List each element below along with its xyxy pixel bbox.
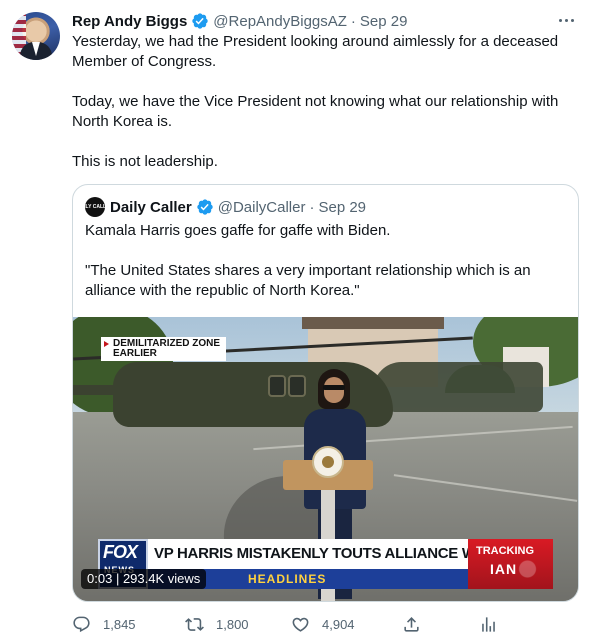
verified-badge-icon [197, 199, 213, 215]
video-location-chyron: DEMILITARIZED ZONE EARLIER [101, 337, 227, 361]
tweet-text: Yesterday, we had the President looking … [72, 32, 572, 172]
author-avatar[interactable] [12, 12, 60, 60]
video-elapsed-time: 0:03 [87, 571, 113, 586]
location-line-2: EARLIER [113, 348, 157, 359]
quoted-author-name: Daily Caller [110, 198, 192, 216]
analytics-icon [482, 616, 495, 632]
reply-icon [73, 616, 90, 632]
helicopter-window [268, 375, 286, 397]
video-separator: | [115, 571, 123, 586]
author-handle[interactable]: @RepAndyBiggsAZ [213, 13, 347, 30]
tweet-header: Rep Andy Biggs @RepAndyBiggsAZ · Sep 29 [72, 11, 407, 31]
retweet-icon [185, 617, 204, 631]
more-icon[interactable] [556, 12, 576, 28]
fox-logo-text: FOX [103, 542, 138, 562]
tracking-storm-name: IAN [490, 561, 518, 577]
reply-button[interactable]: 1,845 [72, 612, 136, 636]
like-icon [292, 617, 309, 632]
quoted-paragraph: "The United States shares a very importa… [85, 262, 531, 299]
tracking-label: TRACKING [476, 545, 535, 557]
retweet-button[interactable]: 1,800 [185, 612, 249, 636]
analytics-button[interactable] [479, 612, 498, 636]
tweet-actions: 1,845 1,800 4,904 [72, 612, 522, 636]
video-subbar-label: HEADLINES [248, 572, 327, 586]
tweet-paragraph: Today, we have the Vice President not kn… [72, 93, 559, 130]
vice-president-seal [312, 446, 344, 478]
share-button[interactable] [402, 612, 421, 636]
tweet[interactable]: Rep Andy Biggs @RepAndyBiggsAZ · Sep 29 … [0, 0, 592, 641]
quoted-tweet-text: Kamala Harris goes gaffe for gaffe with … [85, 221, 565, 301]
tweet-paragraph: Yesterday, we had the President looking … [72, 33, 559, 70]
video-views: 293.4K views [122, 571, 201, 586]
quoted-tweet-date: Sep 29 [318, 198, 367, 216]
like-count: 4,904 [322, 616, 355, 632]
tweet-date[interactable]: Sep 29 [360, 13, 408, 30]
video-helicopter [373, 362, 543, 412]
quoted-author-avatar: DAILY CALLER [77, 197, 113, 217]
video-timer-badge: 0:03 | 293.4K views [81, 569, 207, 589]
reply-count: 1,845 [103, 616, 136, 632]
header-separator: · [350, 12, 356, 30]
quoted-tweet[interactable]: DAILY CALLER Daily Caller @DailyCaller ·… [72, 184, 579, 602]
quoted-author-handle: @DailyCaller [217, 198, 306, 216]
author-name[interactable]: Rep Andy Biggs [72, 13, 187, 30]
retweet-count: 1,800 [216, 616, 249, 632]
video-headline: VP HARRIS MISTAKENLY TOUTS ALLIANCE W/ N… [148, 539, 468, 569]
quoted-tweet-header: DAILY CALLER Daily Caller @DailyCaller ·… [77, 197, 367, 217]
share-icon [404, 616, 419, 632]
tweet-paragraph: This is not leadership. [72, 153, 218, 170]
verified-badge-icon [192, 13, 208, 29]
video-player[interactable]: DEMILITARIZED ZONE EARLIER FOX NEWS VP H… [73, 317, 578, 601]
tracking-ian-badge: TRACKING IAN [468, 539, 553, 589]
quoted-header-separator: · [309, 198, 315, 216]
quoted-paragraph: Kamala Harris goes gaffe for gaffe with … [85, 222, 391, 239]
like-button[interactable]: 4,904 [291, 612, 355, 636]
